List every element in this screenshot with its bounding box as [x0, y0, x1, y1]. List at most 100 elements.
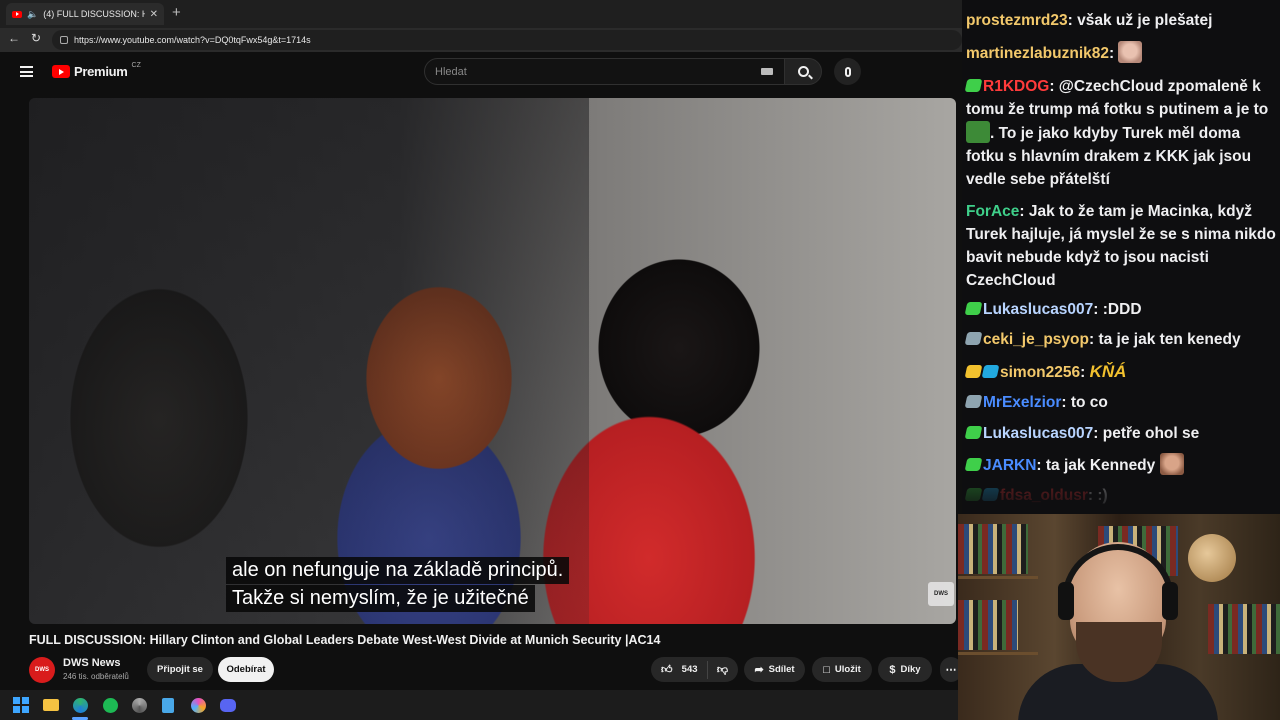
voice-search-button[interactable] — [834, 58, 861, 85]
search-placeholder: Hledat — [435, 65, 467, 78]
tab-title: (4) FULL DISCUSSION: Hillary — [43, 9, 144, 19]
shelf — [958, 576, 1038, 579]
chat-fade — [962, 480, 1280, 514]
taskbar-copilot[interactable] — [189, 696, 207, 714]
back-icon[interactable]: ← — [8, 31, 20, 45]
chat-message: R1KDOG: @CzechCloud zpomaleně k tomu že … — [964, 78, 1269, 188]
youtube-logo-icon — [52, 65, 70, 78]
chat-username[interactable]: R1KDOG — [983, 78, 1049, 95]
logo-text: Premium — [74, 64, 128, 79]
taskbar-discord[interactable] — [219, 696, 237, 714]
globe — [1188, 534, 1236, 582]
save-button[interactable]: □ Uložit — [812, 657, 872, 682]
thanks-button[interactable]: $ Díky — [878, 657, 932, 682]
close-icon[interactable]: ✕ — [150, 9, 158, 20]
share-label: Sdílet — [768, 664, 795, 675]
taskbar-explorer[interactable] — [42, 696, 60, 714]
chat-message: ForAce: Jak to že tam je Macinka, když T… — [966, 203, 1276, 289]
subscriber-count: 246 tis. odběratelů — [63, 672, 129, 681]
windows-icon — [13, 697, 29, 713]
thanks-label: Díky — [900, 664, 921, 675]
chat-message: ceki_je_psyop: ta je jak ten kenedy — [964, 328, 1276, 351]
chat-username[interactable]: MrExelzior — [983, 394, 1061, 411]
bookshelf — [958, 524, 1028, 574]
chat-text: :DDD — [1102, 301, 1142, 318]
start-button[interactable] — [12, 696, 30, 714]
notes-icon — [162, 697, 174, 713]
logo-country: CZ — [131, 62, 141, 69]
youtube-logo[interactable]: Premium CZ — [52, 62, 141, 79]
badge-icon — [964, 365, 983, 378]
chat-text: ta je jak ten kenedy — [1098, 331, 1241, 348]
like-icon[interactable]: 👍︎ — [661, 663, 673, 676]
search-input[interactable]: Hledat — [424, 58, 786, 85]
taskbar-edge[interactable] — [71, 696, 89, 714]
save-label: Uložit — [834, 664, 861, 675]
divider — [706, 660, 708, 679]
chat-text: to co — [1070, 394, 1108, 411]
chat-username[interactable]: Lukaslucas007 — [983, 425, 1093, 442]
channel-avatar[interactable]: DWS — [29, 657, 55, 683]
chat-message: MrExelzior: to co — [964, 391, 1276, 414]
search-button[interactable] — [784, 58, 822, 85]
badge-icon — [964, 426, 983, 439]
chat-text: . To je jako kdyby Turek měl doma fotku … — [966, 125, 1252, 188]
chat-username[interactable]: ForAce — [966, 203, 1019, 220]
taskbar-spotify[interactable] — [101, 696, 119, 714]
chat-username[interactable]: martinezlabuznik82 — [966, 45, 1109, 62]
youtube-tab-icon — [12, 10, 22, 18]
browser-tabbar: 🔈 (4) FULL DISCUSSION: Hillary ✕ + — [0, 0, 962, 28]
chat-message: Lukaslucas007: :DDD — [964, 298, 1276, 321]
dislike-icon[interactable]: 👎︎ — [717, 663, 728, 676]
chat-text: petře ohol se — [1102, 425, 1200, 442]
chat-username[interactable]: Lukaslucas007 — [983, 301, 1093, 318]
chat-text: ta jak Kennedy — [1045, 457, 1156, 474]
keyboard-icon[interactable] — [761, 68, 773, 75]
save-icon: □ — [823, 663, 830, 676]
more-icon: ⋯ — [945, 664, 957, 676]
youtube-header: Premium CZ Hledat — [0, 52, 962, 92]
taskbar — [0, 690, 962, 720]
shelf — [958, 652, 1038, 655]
share-icon: ➦ — [754, 664, 764, 676]
search-icon — [797, 66, 809, 77]
chat-message: simon2256: KŇÁ — [964, 360, 1276, 384]
channel-watermark[interactable]: DWS — [928, 582, 954, 606]
taskbar-app[interactable] — [130, 696, 148, 714]
emote-icon — [1159, 453, 1184, 475]
like-count[interactable]: 543 — [682, 664, 698, 675]
share-button[interactable]: ➦ Sdílet — [744, 657, 805, 682]
plus-icon[interactable]: + — [172, 4, 181, 21]
browser-tab[interactable]: 🔈 (4) FULL DISCUSSION: Hillary ✕ — [6, 3, 164, 25]
chat-message: martinezlabuznik82: — [966, 41, 1276, 65]
menu-icon[interactable] — [20, 66, 33, 77]
chat-message: JARKN: ta jak Kennedy — [964, 453, 1276, 477]
subtitle-line: ale on nefunguje na základě principů. — [226, 557, 570, 584]
channel-name[interactable]: DWS News — [63, 657, 120, 669]
chat-username[interactable]: simon2256 — [1000, 364, 1080, 381]
badge-icon — [964, 395, 983, 408]
subscribe-button[interactable]: Odebírat — [218, 657, 274, 682]
discord-icon — [220, 698, 236, 712]
chat-message: Lukaslucas007: petře ohol se — [964, 422, 1276, 445]
speaker-icon[interactable]: 🔈 — [27, 9, 38, 20]
chat-username[interactable]: JARKN — [983, 457, 1036, 474]
badge-icon — [981, 365, 1000, 378]
reload-icon[interactable]: ↻ — [31, 31, 41, 45]
chat-username[interactable]: ceki_je_psyop — [983, 331, 1089, 348]
video-player[interactable] — [29, 98, 956, 624]
emote-text: KŇÁ — [1089, 362, 1127, 381]
taskbar-notes[interactable] — [159, 696, 177, 714]
app-icon — [131, 697, 147, 713]
spotify-icon — [102, 697, 118, 713]
folder-icon — [43, 699, 59, 711]
chat-username[interactable]: prostezmrd23 — [966, 12, 1068, 29]
chat-message: prostezmrd23: však už je plešatej — [966, 12, 1213, 29]
webcam-overlay — [958, 514, 1280, 720]
url-text: https://www.youtube.com/watch?v=DQ0tqFwx… — [74, 35, 311, 45]
join-button[interactable]: Připojit se — [147, 657, 213, 682]
address-bar[interactable]: https://www.youtube.com/watch?v=DQ0tqFwx… — [52, 30, 962, 50]
badge-icon — [964, 302, 983, 315]
badge-icon — [964, 458, 983, 471]
video-frame — [29, 98, 589, 624]
